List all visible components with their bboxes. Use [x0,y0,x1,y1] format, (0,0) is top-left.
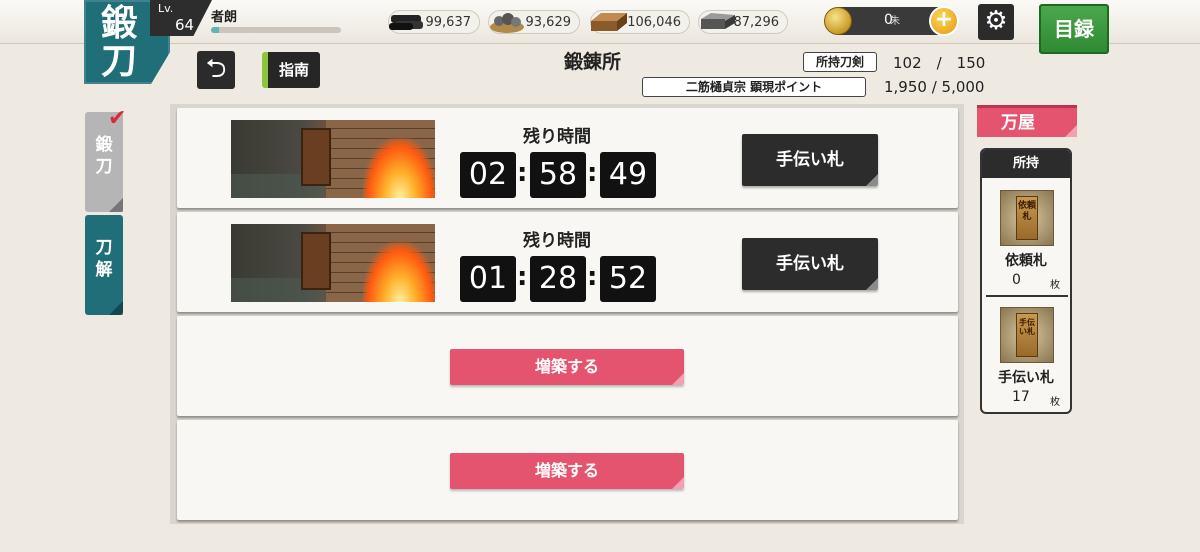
whetstone-value: 87,296 [733,15,780,30]
forge-image [231,120,435,198]
owned-swords-label: 所持刀剣 [803,52,877,72]
resource-tamahagane: 93,629 [488,10,580,34]
assist-tag-name: 手伝い札 [998,370,1054,386]
assist-tag-count: 17 [1012,389,1030,405]
tamahagane-icon [490,13,524,33]
check-icon: ✔ [108,106,127,131]
gear-icon: ⚙ [984,6,1008,36]
koban-coin-icon [824,7,852,35]
request-tag-card-text: 依頼札 [1016,196,1038,240]
request-tag-unit: 枚 [1050,280,1060,291]
xp-bar-fill [211,27,219,33]
koban-unit: 朱 [890,16,900,27]
catalog-button[interactable]: 目録 [1039,4,1109,54]
resource-whetstone: 87,296 [698,10,788,34]
timer-colon: : [587,262,598,292]
charcoal-value: 99,637 [425,15,472,30]
xp-bar [211,27,341,33]
manifest-points-label: 二筋樋貞宗 顕現ポイント [642,77,866,97]
assist-tag-icon: 手伝い札 [1000,307,1054,363]
forge-slot-4: 増築する [177,420,958,520]
remaining-time-label: 残り時間 [523,127,591,147]
back-button[interactable]: ⮌ [197,51,235,89]
timer-hours: 01 [460,256,516,302]
timer-seconds: 49 [600,152,656,198]
tamahagane-value: 93,629 [525,15,572,30]
forge-image [231,224,435,302]
cooling-material-value: 106,046 [627,15,681,30]
timer-minutes: 58 [530,152,586,198]
timer-colon: : [517,262,528,292]
charcoal-icon [389,15,423,30]
timer-minutes: 28 [530,256,586,302]
forge-panel: 残り時間 02 : 58 : 49 手伝い札 残り時間 01 : 28 : 52… [170,104,964,524]
request-tag-count: 0 [1012,272,1021,288]
request-tag-icon: 依頼札 [1000,190,1054,246]
request-tag-name: 依頼札 [1005,253,1047,269]
whetstone-icon [701,13,735,29]
resource-cooling-material: 106,046 [590,10,690,34]
timer-colon: : [517,158,528,188]
forge-slot-3: 増築する [177,316,958,416]
page-badge-label: 鍛刀 [100,2,139,82]
assist-tag-unit: 枚 [1050,397,1060,408]
level-value: 64 [175,16,195,34]
assist-button[interactable]: 手伝い札 [742,134,878,186]
owned-swords-value: 102 / 150 [893,54,986,72]
fire-icon [363,242,435,302]
timer-seconds: 52 [600,256,656,302]
settings-button[interactable]: ⚙ [978,4,1014,40]
remaining-time-label: 残り時間 [523,231,591,251]
expand-button[interactable]: 増築する [450,349,684,385]
tab-dismantle-label: 刀解 [95,238,113,280]
timer-colon: : [587,158,598,188]
inventory-panel: 所持 依頼札 依頼札 0 枚 手伝い札 手伝い札 17 枚 [980,148,1072,414]
manifest-points-value: 1,950 / 5,000 [884,78,985,96]
tab-dismantle[interactable]: 刀解 [85,215,123,315]
timer-hours: 02 [460,152,516,198]
cooling-material-icon [591,13,627,31]
assist-tag-card-text: 手伝い札 [1016,313,1038,357]
resource-charcoal: 99,637 [388,10,480,34]
page-title: 鍛錬所 [564,51,622,73]
expand-button[interactable]: 増築する [450,453,684,489]
assist-button[interactable]: 手伝い札 [742,238,878,290]
inventory-header: 所持 [982,150,1070,178]
level-label: Lv. [158,2,174,15]
tab-forge-label: 鍛刀 [95,135,113,177]
shop-button[interactable]: 万屋 [977,105,1077,137]
back-arrow-icon: ⮌ [205,54,227,84]
inventory-divider [986,295,1068,297]
fire-icon [363,138,435,198]
forge-slot-1: 残り時間 02 : 58 : 49 手伝い札 [177,108,958,208]
buy-koban-button[interactable]: + [929,6,959,36]
player-name: 者朗 [211,10,238,25]
forge-slot-2: 残り時間 01 : 28 : 52 手伝い札 [177,212,958,312]
guide-button[interactable]: 指南 [262,52,320,88]
